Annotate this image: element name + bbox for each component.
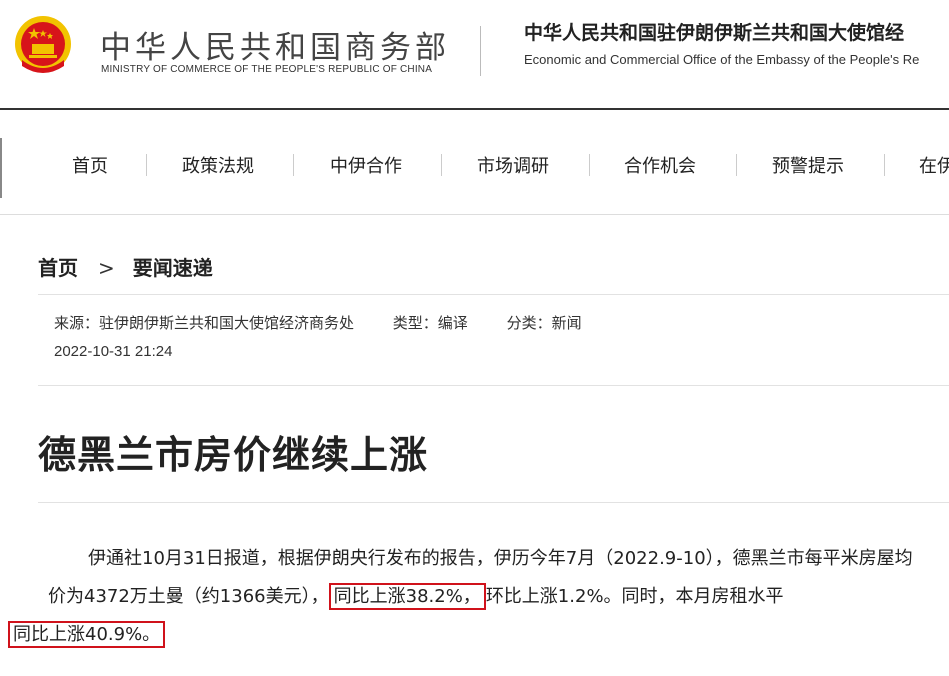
nav-item-cooperation[interactable]: 中伊合作 bbox=[330, 152, 402, 178]
nav-item-policy[interactable]: 政策法规 bbox=[182, 152, 254, 178]
nav-separator bbox=[589, 154, 590, 176]
nav-item-opportunities[interactable]: 合作机会 bbox=[624, 152, 696, 178]
divider bbox=[38, 502, 949, 503]
ministry-name-en: MINISTRY OF COMMERCE OF THE PEOPLE'S REP… bbox=[101, 64, 433, 75]
highlight-yoy-price: 同比上涨38.2%， bbox=[328, 583, 486, 610]
main-nav: 首页 政策法规 中伊合作 市场调研 合作机会 预警提示 在伊 bbox=[0, 110, 949, 215]
article-date: 2022-10-31 21:24 bbox=[54, 343, 173, 360]
meta-source: 来源：驻伊朗伊斯兰共和国大使馆经济商务处 bbox=[54, 314, 355, 332]
breadcrumb: 首页 > 要闻速递 bbox=[38, 252, 213, 281]
nav-separator bbox=[884, 154, 885, 176]
nav-separator bbox=[146, 154, 147, 176]
paragraph-text: 环比上涨1.2%。同时，本月房租水平 bbox=[485, 586, 784, 607]
nav-separator bbox=[736, 154, 737, 176]
breadcrumb-arrow-icon: > bbox=[98, 256, 115, 280]
nav-item-in-iran[interactable]: 在伊 bbox=[919, 152, 949, 178]
nav-item-home[interactable]: 首页 bbox=[72, 152, 108, 178]
header-divider bbox=[480, 26, 481, 76]
breadcrumb-section[interactable]: 要闻速递 bbox=[133, 256, 213, 280]
breadcrumb-home[interactable]: 首页 bbox=[38, 256, 78, 280]
article-title: 德黑兰市房价继续上涨 bbox=[38, 433, 429, 477]
office-name-en: Economic and Commercial Office of the Em… bbox=[524, 52, 920, 67]
meta-category: 分类：新闻 bbox=[506, 314, 582, 332]
divider bbox=[38, 294, 949, 295]
national-emblem-icon[interactable] bbox=[12, 14, 74, 78]
nav-separator bbox=[441, 154, 442, 176]
highlight-yoy-rent: 同比上涨40.9%。 bbox=[8, 621, 166, 648]
nav-item-alerts[interactable]: 预警提示 bbox=[772, 152, 844, 178]
divider bbox=[38, 385, 949, 386]
nav-item-market-research[interactable]: 市场调研 bbox=[477, 152, 549, 178]
site-header: 中华人民共和国商务部 MINISTRY OF COMMERCE OF THE P… bbox=[0, 0, 949, 110]
meta-type: 类型：编译 bbox=[392, 314, 468, 332]
ministry-name-cn[interactable]: 中华人民共和国商务部 bbox=[100, 22, 450, 67]
office-name-cn[interactable]: 中华人民共和国驻伊朗伊斯兰共和国大使馆经 bbox=[524, 18, 904, 45]
nav-left-divider bbox=[0, 138, 2, 198]
article-paragraph: 伊通社10月31日报道，根据伊朗央行发布的报告，伊历今年7月（2022.9-10… bbox=[8, 540, 928, 654]
nav-separator bbox=[293, 154, 294, 176]
article-meta: 来源：驻伊朗伊斯兰共和国大使馆经济商务处 类型：编译 分类：新闻 bbox=[54, 312, 616, 333]
